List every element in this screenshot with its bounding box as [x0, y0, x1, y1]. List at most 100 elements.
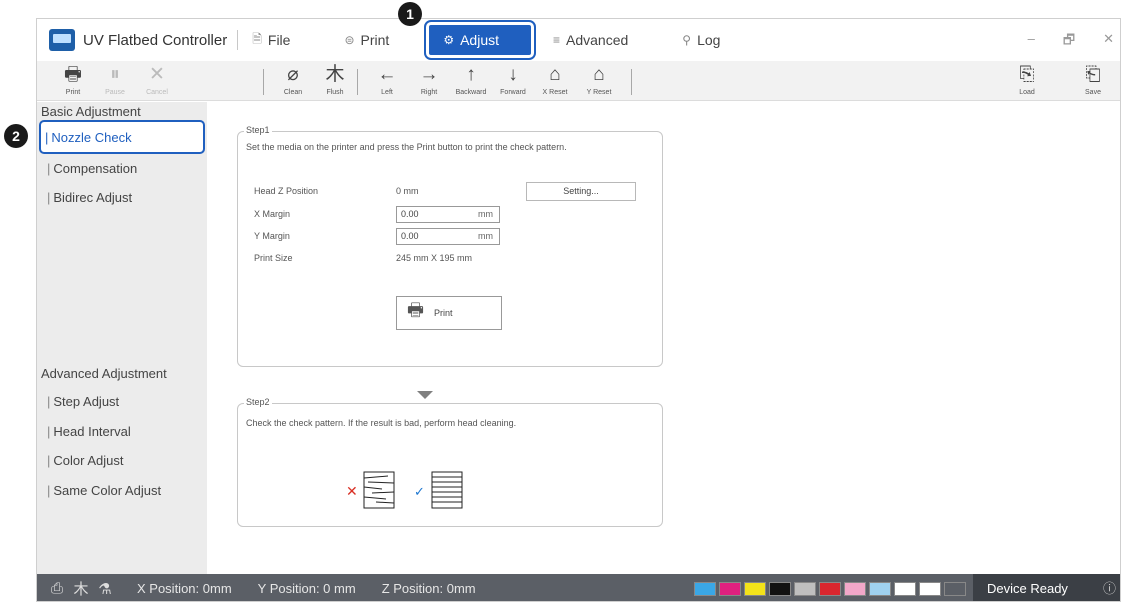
step1-legend: Step1 — [244, 125, 272, 135]
toolbar-flush-button[interactable]: ⽊ Flush — [315, 64, 355, 96]
file-icon: 🗎 — [252, 31, 262, 46]
step1-instruction: Set the media on the printer and press t… — [246, 142, 567, 152]
save-icon: ⎗ — [1085, 64, 1101, 85]
load-icon: ⎘ — [1019, 64, 1035, 85]
ink-swatch — [769, 582, 791, 596]
sidebar-item-head-interval[interactable]: | Head Interval — [43, 416, 205, 446]
minimize-icon[interactable]: – — [1028, 31, 1035, 53]
toolbar-save-button[interactable]: ⎗ Save — [1073, 64, 1113, 96]
z-position-readout: Z Position: 0mm — [381, 581, 476, 596]
print-size-label: Print Size — [254, 253, 293, 263]
sidebar-item-compensation[interactable]: | Compensation — [43, 153, 205, 183]
printer-status-icon: ⎙ — [50, 580, 63, 597]
toolbar-backward-button[interactable]: ↑ Backward — [451, 64, 491, 96]
y-margin-label: Y Margin — [254, 231, 290, 241]
clean-icon: ⌀ — [287, 64, 299, 85]
menu-adjust-label: Adjust — [460, 32, 499, 48]
sidebar-item-nozzle-check[interactable]: | Nozzle Check — [39, 120, 205, 154]
menu-log[interactable]: ⚲ Log — [682, 32, 720, 48]
app-logo-icon — [49, 29, 75, 51]
toolbar-y-reset-button[interactable]: ⌂ Y Reset — [579, 64, 619, 96]
menu-print[interactable]: ⊜ Print — [344, 32, 389, 48]
callout-marker: 2 — [4, 124, 28, 148]
gear-icon: ⚙ — [443, 33, 455, 47]
bad-pattern-icon: ✕ — [346, 471, 395, 509]
flush-icon: ⽊ — [325, 64, 345, 85]
printer-icon: 🖶 — [64, 64, 82, 85]
arrow-down-icon: ↓ — [508, 64, 518, 85]
sidebar: Basic Adjustment | Nozzle Check | Compen… — [37, 102, 207, 574]
ink-swatch — [919, 582, 941, 596]
step2-panel: Step2 Check the check pattern. If the re… — [237, 397, 663, 527]
ink-swatch — [844, 582, 866, 596]
arrow-right-icon: → — [419, 64, 439, 85]
toolbar-cancel-button[interactable]: ✕ Cancel — [137, 64, 177, 96]
toolbar-right-button[interactable]: → Right — [409, 64, 449, 96]
toolbar-clean-button[interactable]: ⌀ Clean — [273, 64, 313, 96]
setting-button[interactable]: Setting... — [526, 182, 636, 201]
arrow-down-icon — [417, 391, 433, 399]
ink-swatch — [744, 582, 766, 596]
menu-advanced-label: Advanced — [566, 32, 629, 48]
home-icon: ⌂ — [549, 64, 561, 85]
head-z-position-value: 0 mm — [396, 186, 419, 196]
toolbar: 🖶 Print ⏸ Pause ✕ Cancel ⌀ Clean ⽊ Flush… — [37, 61, 1120, 101]
good-pattern-icon: ✓ — [414, 471, 463, 509]
title-bar: UV Flatbed Controller 🗎 File ⊜ Print ⚙ A… — [37, 19, 1120, 61]
info-icon[interactable]: ⓘ — [1099, 574, 1120, 601]
restore-icon[interactable]: 🗗 — [1063, 31, 1075, 53]
cancel-icon: ✕ — [149, 64, 165, 85]
x-margin-unit: mm — [478, 209, 493, 219]
toolbar-separator — [631, 69, 632, 95]
device-status: Device Ready — [973, 574, 1101, 601]
ink-swatch — [944, 582, 966, 596]
toolbar-left-button[interactable]: ← Left — [367, 64, 407, 96]
x-position-readout: X Position: 0mm — [137, 581, 232, 596]
toolbar-x-reset-button[interactable]: ⌂ X Reset — [535, 64, 575, 96]
sidebar-item-label: Compensation — [53, 160, 138, 176]
advanced-icon: ≡ — [553, 33, 561, 47]
ink-swatch — [794, 582, 816, 596]
window-controls: – 🗗 ✕ — [1028, 31, 1114, 53]
sidebar-item-bidirec-adjust[interactable]: | Bidirec Adjust — [43, 182, 205, 212]
toolbar-separator — [263, 69, 264, 95]
flush-status-icon: ⽊ — [73, 581, 89, 598]
ink-swatch — [694, 582, 716, 596]
log-icon: ⚲ — [682, 33, 692, 47]
pause-icon: ⏸ — [110, 64, 120, 85]
sidebar-item-label: Nozzle Check — [51, 129, 132, 145]
x-margin-field[interactable]: 0.00 mm — [396, 206, 500, 223]
step2-instruction: Check the check pattern. If the result i… — [246, 418, 517, 428]
x-margin-value: 0.00 — [401, 209, 419, 219]
toolbar-forward-button[interactable]: ↓ Forward — [493, 64, 533, 96]
y-margin-field[interactable]: 0.00 mm — [396, 228, 500, 245]
ink-swatch — [719, 582, 741, 596]
sidebar-item-color-adjust[interactable]: | Color Adjust — [43, 445, 205, 475]
toolbar-load-button[interactable]: ⎘ Load — [1007, 64, 1047, 96]
menu-file[interactable]: 🗎 File — [252, 30, 290, 51]
y-margin-value: 0.00 — [401, 231, 419, 241]
sidebar-item-same-color-adjust[interactable]: | Same Color Adjust — [43, 475, 205, 505]
toolbar-pause-button[interactable]: ⏸ Pause — [95, 64, 135, 96]
check-pattern-illustration: ✕ ✓ — [346, 471, 463, 509]
menu-advanced[interactable]: ≡ Advanced — [553, 32, 628, 48]
sidebar-item-label: Bidirec Adjust — [53, 189, 133, 205]
svg-text:✕: ✕ — [346, 483, 358, 499]
app-window: UV Flatbed Controller 🗎 File ⊜ Print ⚙ A… — [36, 18, 1121, 602]
toolbar-separator — [357, 69, 358, 95]
print-button[interactable]: 🖶 Print — [396, 296, 502, 330]
sidebar-item-label: Same Color Adjust — [53, 482, 162, 498]
close-icon[interactable]: ✕ — [1103, 31, 1114, 53]
printer-icon: 🖶 — [407, 300, 424, 320]
svg-text:✓: ✓ — [414, 484, 425, 499]
basic-adjustment-header: Basic Adjustment — [41, 104, 141, 119]
menu-log-label: Log — [697, 32, 721, 48]
menu-adjust[interactable]: ⚙ Adjust — [424, 20, 536, 60]
title-separator — [237, 30, 239, 50]
head-z-position-label: Head Z Position — [254, 186, 319, 196]
cleaning-status-icon: ⚗ — [98, 580, 112, 598]
toolbar-print-button[interactable]: 🖶 Print — [53, 64, 93, 96]
print-button-label: Print — [434, 308, 453, 318]
arrow-left-icon: ← — [377, 64, 397, 85]
sidebar-item-step-adjust[interactable]: | Step Adjust — [43, 386, 205, 416]
